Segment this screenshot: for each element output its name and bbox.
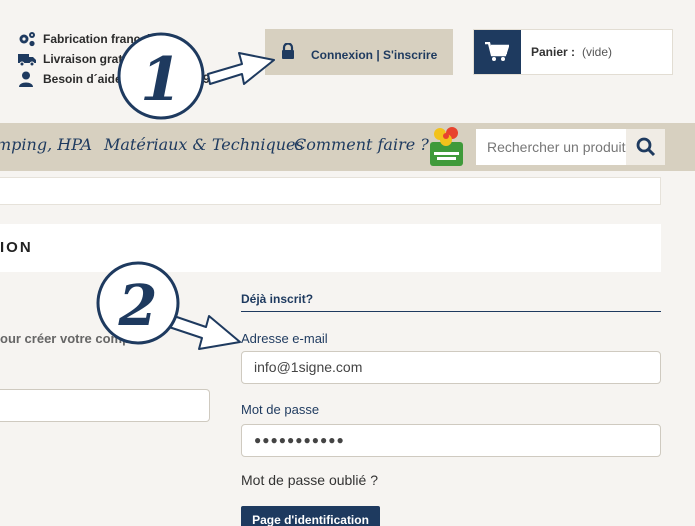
annotation-number-2: 2 — [118, 273, 158, 339]
annotation-number-1: 1 — [140, 45, 182, 115]
annotation-arrow-2 — [165, 313, 241, 350]
annotation-layer: 1 2 — [96, 32, 275, 350]
annotation-arrow-1 — [207, 52, 275, 85]
